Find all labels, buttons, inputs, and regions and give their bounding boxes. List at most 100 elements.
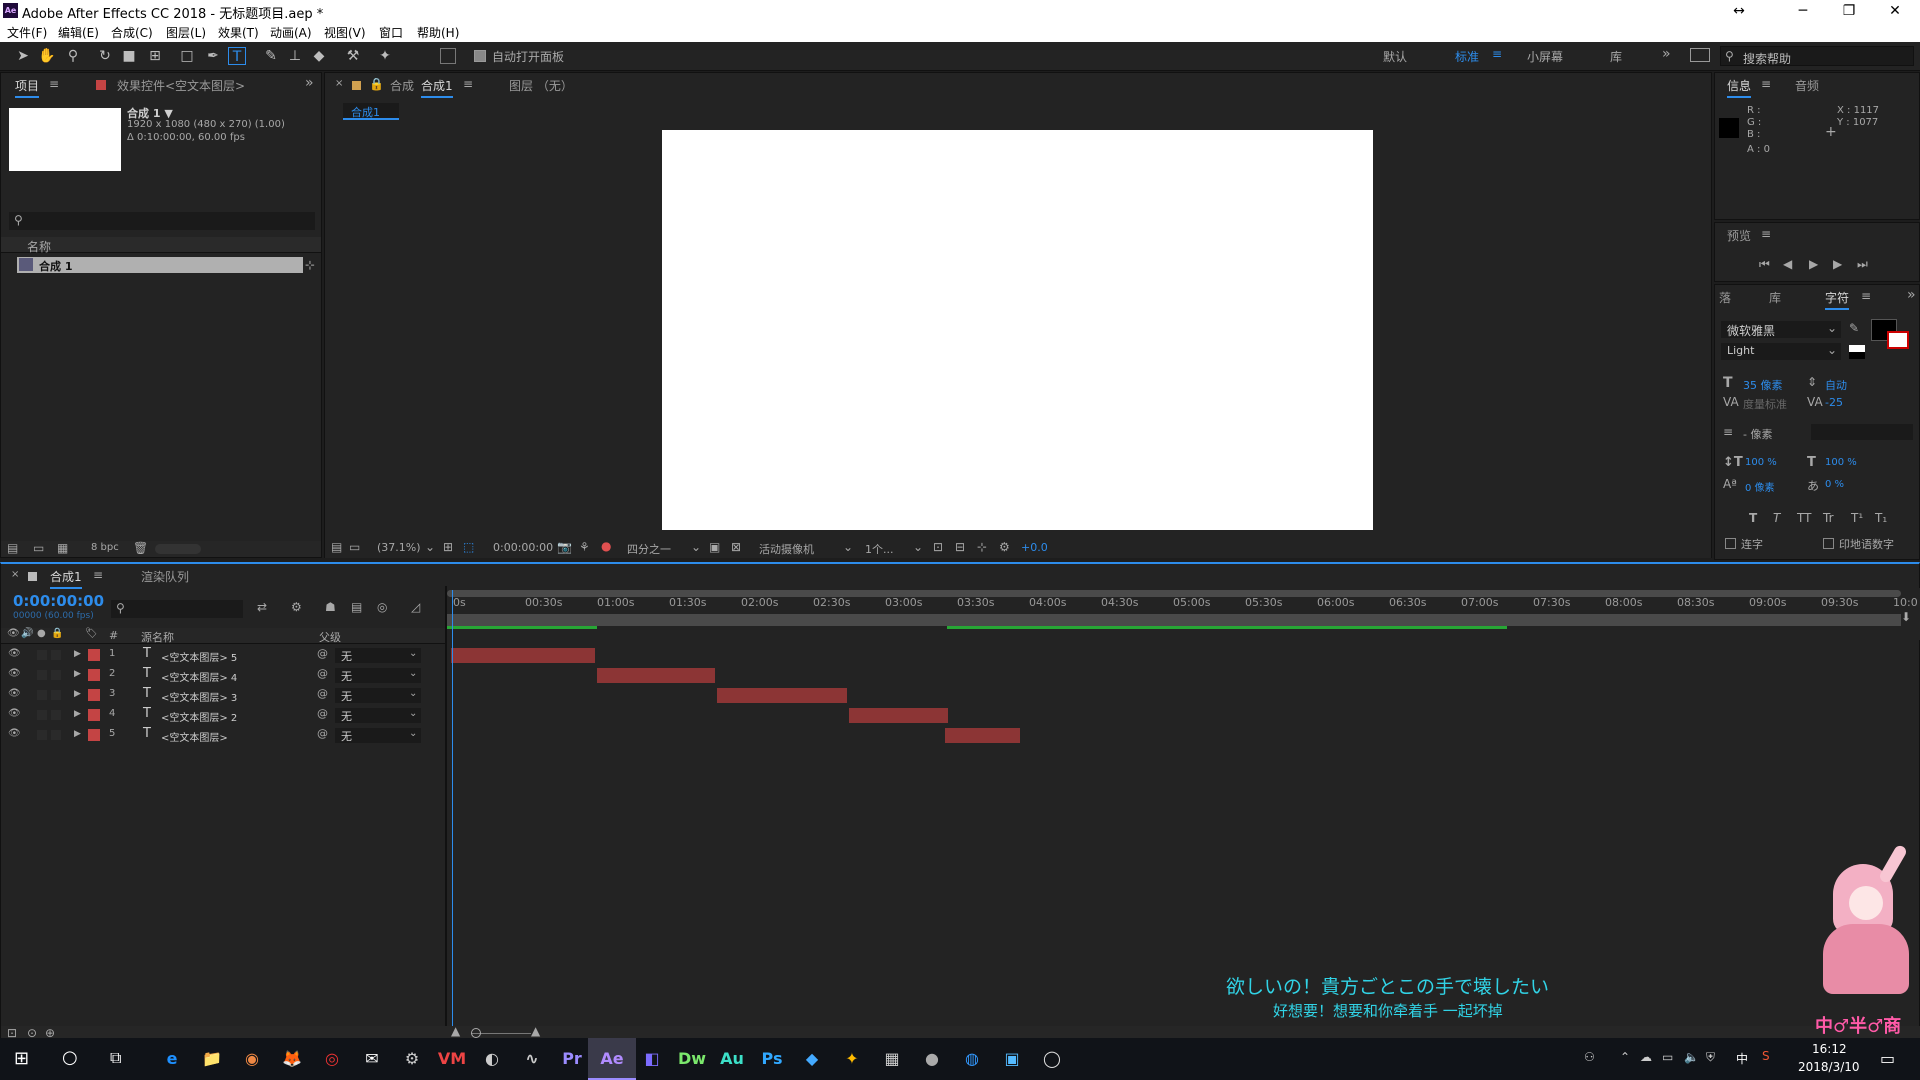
type-tool-icon[interactable]: T bbox=[228, 47, 246, 65]
chevron-down-icon[interactable]: ⌄ bbox=[913, 540, 923, 554]
lock-switch[interactable] bbox=[51, 650, 61, 660]
first-frame-icon[interactable]: ⏮ bbox=[1759, 257, 1770, 272]
solo-switch[interactable] bbox=[37, 670, 47, 680]
shield-icon[interactable]: ⛨ bbox=[1706, 1050, 1715, 1065]
pen-tool-icon[interactable]: ✒ bbox=[204, 47, 222, 65]
draft-3d-icon[interactable]: ⚙ bbox=[291, 600, 302, 614]
new-comp-icon[interactable]: ▦ bbox=[57, 541, 68, 555]
camera-tool-icon[interactable]: ■ bbox=[120, 47, 138, 65]
layer-label-color[interactable] bbox=[88, 649, 100, 661]
interpret-footage-icon[interactable]: ▤ bbox=[7, 541, 18, 555]
project-item-comp[interactable]: 合成 1 bbox=[17, 257, 303, 273]
trash-icon[interactable]: 🗑 bbox=[133, 541, 148, 555]
next-frame-icon[interactable]: ▶ bbox=[1833, 257, 1842, 271]
table-row[interactable]: 👁 ▶ 3 T <空文本图层> 3 @ 无 ⌄ bbox=[1, 686, 445, 706]
eye-icon[interactable]: 👁 bbox=[8, 668, 21, 679]
tab-comp-prefix[interactable]: 合成 bbox=[390, 77, 414, 94]
tsume-value[interactable]: 0 % bbox=[1825, 479, 1844, 490]
sync-icon[interactable] bbox=[1690, 48, 1710, 62]
panel-overflow-icon[interactable]: » bbox=[1907, 287, 1916, 303]
layer-name[interactable]: <空文本图层> 5 bbox=[161, 649, 237, 664]
task-view-icon[interactable]: ⧉ bbox=[110, 1048, 121, 1068]
flowchart-icon[interactable]: ⊹ bbox=[305, 258, 315, 272]
composition-canvas[interactable] bbox=[662, 130, 1373, 530]
menu-view[interactable]: 视图(V) bbox=[324, 24, 366, 41]
close-button[interactable]: ✕ bbox=[1872, 0, 1918, 22]
eye-icon[interactable]: 👁 bbox=[8, 708, 21, 719]
camera-select[interactable]: 活动摄像机 bbox=[759, 541, 814, 557]
font-size-value[interactable]: 35 像素 bbox=[1743, 377, 1783, 393]
tab-libraries[interactable]: 库 bbox=[1769, 289, 1781, 306]
eye-icon[interactable]: 👁 bbox=[8, 728, 21, 739]
kerning-value[interactable]: 度量标准 bbox=[1743, 396, 1787, 412]
layer-label-color[interactable] bbox=[88, 709, 100, 721]
layer-name[interactable]: <空文本图层> 2 bbox=[161, 709, 237, 724]
menu-effect[interactable]: 效果(T) bbox=[218, 24, 259, 41]
menu-edit[interactable]: 编辑(E) bbox=[58, 24, 99, 41]
minimize-button[interactable]: ─ bbox=[1780, 0, 1826, 22]
hand-tool-icon[interactable]: ✋ bbox=[38, 47, 56, 65]
layer-search-input[interactable]: ⚲ bbox=[111, 600, 243, 618]
flowchart-view-icon[interactable]: ⊹ bbox=[977, 540, 987, 554]
puppet-tool-icon[interactable]: ✦ bbox=[376, 47, 394, 65]
expand-arrow-icon[interactable]: ▶ bbox=[74, 669, 81, 679]
lock-switch[interactable] bbox=[51, 690, 61, 700]
roi-icon[interactable]: ▣ bbox=[709, 540, 720, 554]
project-search-input[interactable]: ⚲ bbox=[9, 212, 315, 230]
auto-open-checkbox[interactable] bbox=[474, 50, 486, 62]
solo-switch[interactable] bbox=[37, 690, 47, 700]
workspace-overflow-icon[interactable]: » bbox=[1662, 46, 1671, 62]
mask-toggle-icon[interactable]: ⬚ bbox=[463, 540, 474, 554]
vertical-scale-value[interactable]: 100 % bbox=[1745, 457, 1777, 468]
menu-window[interactable]: 窗口 bbox=[379, 24, 403, 41]
clone-stamp-tool-icon[interactable]: ⊥ bbox=[286, 47, 304, 65]
roto-brush-tool-icon[interactable]: ⚒ bbox=[344, 47, 362, 65]
pick-whip-icon[interactable]: @ bbox=[317, 647, 328, 660]
table-row[interactable]: 👁 ▶ 2 T <空文本图层> 4 @ 无 ⌄ bbox=[1, 666, 445, 686]
layer-name[interactable]: <空文本图层> bbox=[161, 729, 228, 744]
layer-label-color[interactable] bbox=[88, 729, 100, 741]
previous-frame-icon[interactable]: ◀ bbox=[1783, 257, 1792, 271]
tab-effect-controls[interactable]: 效果控件<空文本图层> bbox=[117, 77, 245, 94]
small-caps-button[interactable]: Tr bbox=[1823, 511, 1834, 525]
font-family-select[interactable]: 微软雅黑 ⌄ bbox=[1721, 321, 1841, 338]
column-name[interactable]: 名称 bbox=[27, 238, 51, 255]
lock-icon[interactable]: 🔒 bbox=[369, 77, 384, 91]
column-parent[interactable]: 父级 bbox=[319, 629, 341, 645]
pan-behind-tool-icon[interactable]: ⊞ bbox=[146, 47, 164, 65]
current-time-indicator[interactable] bbox=[452, 590, 453, 1042]
menu-help[interactable]: 帮助(H) bbox=[417, 24, 459, 41]
tab-render-queue[interactable]: 渲染队列 bbox=[141, 568, 189, 585]
timeline-menu-icon[interactable]: ≡ bbox=[93, 568, 103, 582]
volume-icon[interactable]: 🔈 bbox=[1684, 1050, 1699, 1064]
close-tab-icon[interactable]: × bbox=[11, 569, 19, 580]
tray-expand-icon[interactable]: ⌃ bbox=[1620, 1050, 1630, 1064]
eyedropper-icon[interactable]: ✎ bbox=[1849, 321, 1859, 335]
maximize-button[interactable]: ❐ bbox=[1826, 0, 1872, 22]
zoom-tool-icon[interactable]: ⚲ bbox=[64, 47, 82, 65]
lock-switch[interactable] bbox=[51, 730, 61, 740]
preview-menu-icon[interactable]: ≡ bbox=[1761, 227, 1771, 241]
layer-label-color[interactable] bbox=[88, 669, 100, 681]
pick-whip-icon[interactable]: @ bbox=[317, 727, 328, 740]
expand-arrow-icon[interactable]: ▶ bbox=[74, 689, 81, 699]
resize-icon[interactable]: ↔ bbox=[1716, 0, 1762, 22]
show-snapshot-icon[interactable]: ⚘ bbox=[579, 540, 590, 554]
help-search-field[interactable]: ⚲ 搜索帮助 bbox=[1720, 46, 1914, 66]
character-menu-icon[interactable]: ≡ bbox=[1861, 289, 1871, 303]
motion-blur-icon[interactable]: ◎ bbox=[377, 600, 387, 614]
zoom-out-icon[interactable]: ▲ bbox=[451, 1024, 460, 1038]
viewer-menu-icon[interactable]: ≡ bbox=[463, 77, 473, 91]
hindi-digits-checkbox[interactable] bbox=[1823, 538, 1834, 549]
layer-duration-bar[interactable] bbox=[945, 728, 1020, 743]
menu-composition[interactable]: 合成(C) bbox=[111, 24, 153, 41]
color-swap-icon[interactable] bbox=[1849, 345, 1865, 359]
expand-arrow-icon[interactable]: ▶ bbox=[74, 649, 81, 659]
tab-character[interactable]: 字符 bbox=[1825, 289, 1850, 310]
sogou-icon[interactable]: S bbox=[1762, 1049, 1770, 1063]
rotate-tool-icon[interactable]: ↻ bbox=[96, 47, 114, 65]
views-select[interactable]: 1个... bbox=[865, 541, 894, 557]
info-menu-icon[interactable]: ≡ bbox=[1761, 77, 1771, 91]
tab-audio[interactable]: 音频 bbox=[1795, 77, 1819, 94]
table-row[interactable]: 👁 ▶ 4 T <空文本图层> 2 @ 无 ⌄ bbox=[1, 706, 445, 726]
